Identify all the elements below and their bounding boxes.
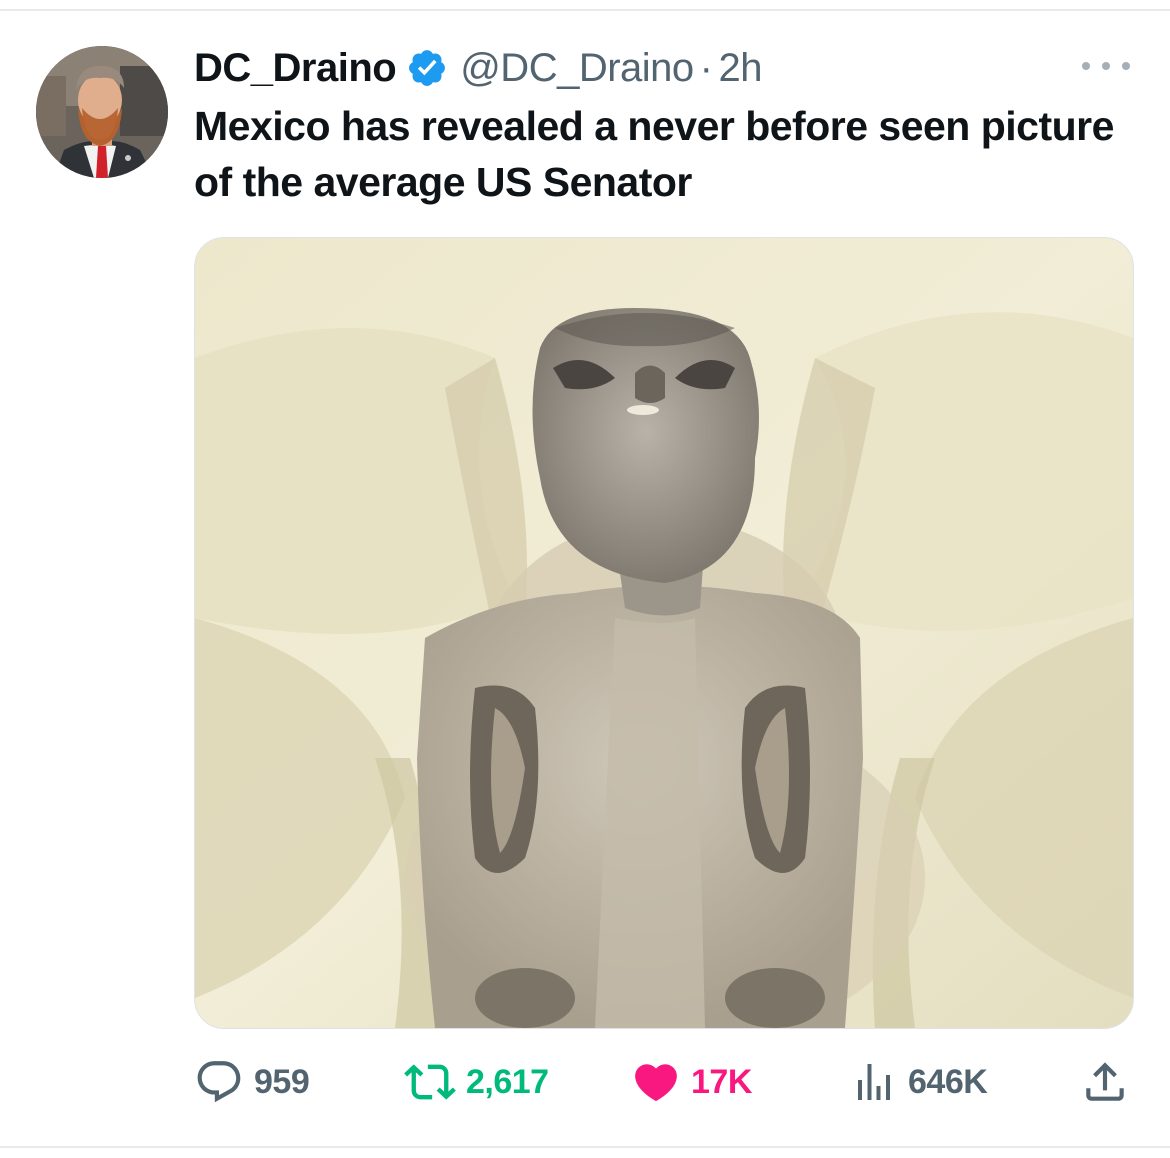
reply-button[interactable]: 959 <box>194 1050 310 1114</box>
views-chart-icon <box>858 1064 890 1100</box>
ellipsis-dot <box>1082 62 1090 70</box>
ellipsis-dot <box>1102 62 1110 70</box>
tweet[interactable]: DC_Draino @DC_Draino · 2h Mexico has rev… <box>0 0 1170 1158</box>
like-count: 17K <box>691 1062 752 1101</box>
avatar-image <box>36 46 168 178</box>
tweet-media-photo[interactable] <box>194 237 1134 1029</box>
heart-icon <box>635 1064 677 1102</box>
ellipsis-dot <box>1122 62 1130 70</box>
retweet-icon <box>404 1064 456 1100</box>
reply-count: 959 <box>254 1062 310 1101</box>
views-button[interactable]: 646K <box>850 1050 988 1114</box>
display-name[interactable]: DC_Draino <box>194 40 397 96</box>
tweet-text: Mexico has revealed a never before seen … <box>194 103 1114 205</box>
photo-image <box>195 238 1133 1028</box>
views-count: 646K <box>908 1062 988 1101</box>
tweet-actions: 959 2,617 17K 646K <box>194 1050 1134 1114</box>
timestamp[interactable]: 2h <box>719 40 763 96</box>
share-button[interactable] <box>1080 1050 1130 1114</box>
bottom-divider <box>0 1146 1170 1148</box>
top-divider <box>0 9 1170 11</box>
retweet-count: 2,617 <box>466 1062 549 1101</box>
avatar[interactable] <box>36 46 168 178</box>
like-button[interactable]: 17K <box>631 1050 752 1114</box>
tweet-header: DC_Draino @DC_Draino · 2h <box>194 40 762 96</box>
separator-dot: · <box>699 46 713 90</box>
retweet-button[interactable]: 2,617 <box>404 1050 549 1114</box>
share-icon <box>1086 1062 1124 1101</box>
reply-icon <box>197 1061 241 1103</box>
more-options-ellipsis-icon[interactable] <box>1082 56 1130 76</box>
handle[interactable]: @DC_Draino <box>460 40 694 96</box>
verified-badge-icon <box>406 47 448 89</box>
